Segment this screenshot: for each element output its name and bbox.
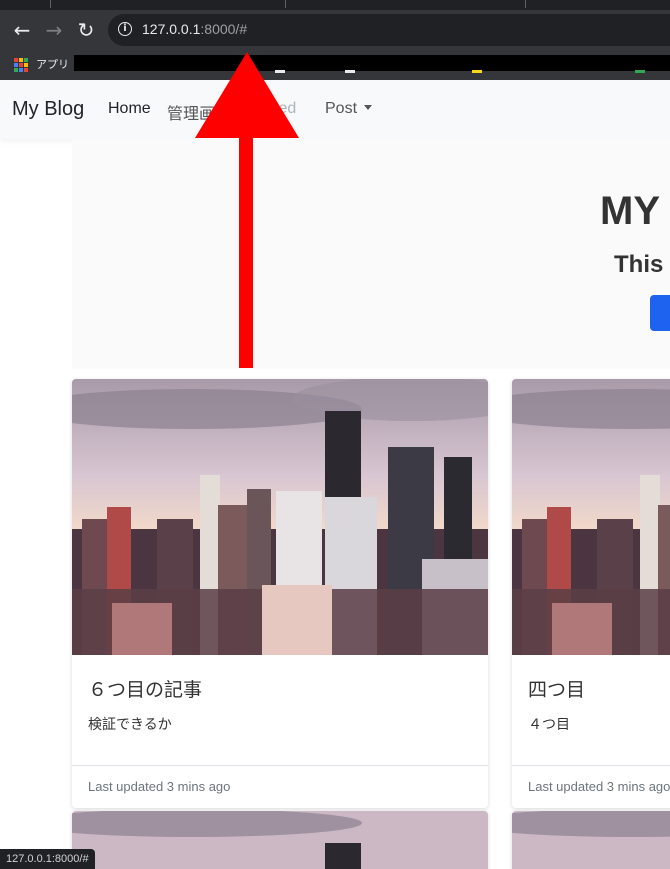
- apps-bookmark-label[interactable]: アプリ: [36, 56, 69, 72]
- web-page: My Blog Home 管理画 bled Post MY This i: [0, 80, 670, 869]
- city-skyline-image: [512, 811, 670, 869]
- bookmarks-bar: アプリ: [0, 50, 670, 81]
- card-footer: Last updated 3 mins ago: [512, 765, 670, 808]
- post-card[interactable]: [512, 811, 670, 869]
- forward-icon[interactable]: →: [42, 18, 66, 42]
- status-bar-url: 127.0.0.1:8000/#: [0, 849, 95, 869]
- city-skyline-image: [512, 379, 670, 655]
- bookmark-favicon[interactable]: [635, 70, 645, 73]
- card-text: ４つ目: [528, 717, 570, 733]
- post-card[interactable]: [72, 811, 488, 869]
- caret-down-icon: [364, 105, 373, 110]
- card-footer: Last updated 3 mins ago: [72, 765, 488, 808]
- nav-link-disabled: bled: [266, 100, 297, 117]
- jumbotron-title: MY: [600, 189, 660, 233]
- url-path: :8000/#: [200, 21, 248, 37]
- tab-separator: [525, 0, 526, 8]
- reload-icon[interactable]: ↻: [74, 18, 98, 42]
- bookmark-favicon[interactable]: [345, 70, 355, 73]
- nav-post-label: Post: [325, 100, 358, 117]
- jumbotron-primary-button[interactable]: [650, 295, 670, 331]
- url-host: 127.0.0.1: [142, 21, 201, 37]
- card-body: 四つ目 ４つ目: [512, 659, 670, 765]
- jumbotron: MY This i: [72, 139, 670, 369]
- navbar-brand[interactable]: My Blog: [12, 98, 84, 121]
- bookmark-favicon[interactable]: [275, 70, 285, 73]
- apps-grid-icon[interactable]: [14, 58, 28, 72]
- jumbotron-subtitle: This i: [614, 251, 670, 278]
- tab-separator: [50, 0, 51, 8]
- address-url: 127.0.0.1:8000/#: [142, 21, 247, 37]
- info-icon[interactable]: i: [118, 22, 132, 36]
- bookmark-favicon[interactable]: [472, 70, 482, 73]
- browser-tab-strip: [0, 0, 670, 10]
- nav-dropdown-post[interactable]: Post: [325, 100, 373, 118]
- post-card[interactable]: ６つ目の記事 検証できるか Last updated 3 mins ago: [72, 379, 488, 808]
- nav-link-admin[interactable]: 管理画: [167, 100, 215, 124]
- post-card[interactable]: 四つ目 ４つ目 Last updated 3 mins ago: [512, 379, 670, 808]
- redacted-bookmarks: [74, 55, 670, 71]
- card-body: ６つ目の記事 検証できるか: [72, 659, 488, 765]
- tab-separator: [285, 0, 286, 8]
- nav-link-home[interactable]: Home: [108, 100, 151, 118]
- city-skyline-image: [72, 811, 488, 869]
- site-navbar: My Blog Home 管理画 bled Post: [0, 80, 670, 139]
- card-text: 検証できるか: [88, 717, 172, 733]
- browser-toolbar: ← → ↻ i 127.0.0.1:8000/#: [0, 10, 670, 50]
- address-bar[interactable]: i 127.0.0.1:8000/#: [108, 14, 670, 46]
- city-skyline-image: [72, 379, 488, 655]
- card-title[interactable]: 四つ目: [528, 675, 670, 702]
- card-title[interactable]: ６つ目の記事: [88, 675, 472, 702]
- back-icon[interactable]: ←: [10, 18, 34, 42]
